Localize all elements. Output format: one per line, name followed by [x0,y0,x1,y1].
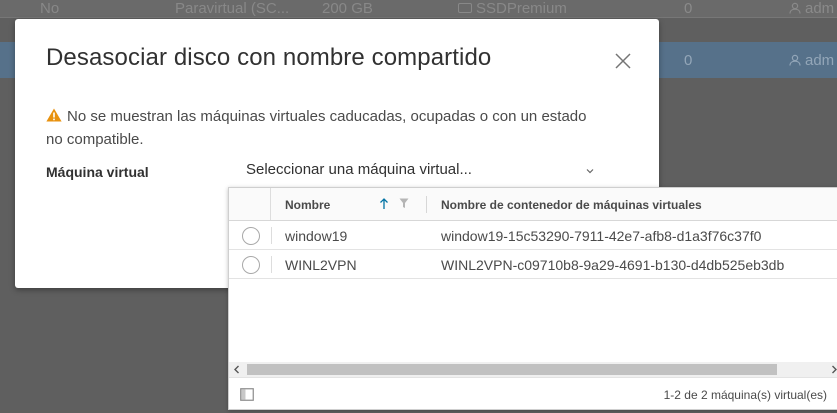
warning-triangle-icon [46,108,62,122]
row-separator [271,227,272,244]
sku-cell: SSDPremium [458,0,567,17]
close-icon[interactable] [612,50,634,72]
user-icon [789,54,801,66]
row-separator [271,256,272,273]
disk-icon [458,3,472,13]
select-column-header [229,188,271,220]
chevron-down-icon [586,169,594,174]
vm-container-name: WINL2VPN-c09710b8-9a29-4691-b130-d4db525… [441,257,785,273]
disk-size-cell: 200 GB [322,0,373,17]
vm-container-name: window19-15c53290-7911-42e7-afb8-d1a3f76… [441,228,762,244]
vm-field-label: Máquina virtual [46,164,149,180]
scrollbar-thumb[interactable] [247,364,777,375]
vm-picker-grid: Nombre Nombre de contenedor de máquinas … [228,187,837,410]
table-row[interactable]: WINL2VPN WINL2VPN-c09710b8-9a29-4691-b13… [229,250,837,279]
warning-text: No se muestran las máquinas virtuales ca… [46,108,587,148]
row-radio[interactable] [242,256,260,274]
scroll-left-icon[interactable] [232,364,242,375]
warning-message: No se muestran las máquinas virtuales ca… [46,105,606,151]
vm-select-placeholder: Seleccionar una máquina virtual... [246,161,472,178]
dialog-title: Desasociar disco con nombre compartido [46,44,492,71]
owner-cell: adm [789,52,834,69]
controller-type-cell: Paravirtual (SC... [175,0,290,17]
lun-cell: 0 [684,52,693,69]
table-row[interactable]: window19 window19-15c53290-7911-42e7-afb… [229,221,837,250]
lun-cell: 0 [684,0,693,17]
grid-footer: 1-2 de 2 máquina(s) virtual(es) [229,377,837,409]
shared-cell: No [40,0,60,17]
column-header-name[interactable]: Nombre [285,198,330,212]
vm-name: WINL2VPN [285,257,357,273]
column-toggle-icon[interactable] [240,388,254,401]
vm-name: window19 [285,228,348,244]
row-radio[interactable] [242,227,260,245]
grid-header: Nombre Nombre de contenedor de máquinas … [229,188,837,221]
sort-ascending-icon[interactable] [379,198,389,210]
filter-icon[interactable] [399,198,409,209]
pagination-count: 1-2 de 2 máquina(s) virtual(es) [663,388,827,402]
scroll-right-icon[interactable] [829,364,837,375]
column-separator[interactable] [426,196,427,213]
vm-select[interactable]: Seleccionar una máquina virtual... [246,161,610,185]
column-header-container[interactable]: Nombre de contenedor de máquinas virtual… [441,198,702,212]
user-icon [789,2,801,14]
horizontal-scrollbar[interactable] [229,362,837,377]
background-table-row: No Paravirtual (SC... 200 GB SSDPremium … [0,0,837,18]
owner-cell: adm [789,0,834,17]
